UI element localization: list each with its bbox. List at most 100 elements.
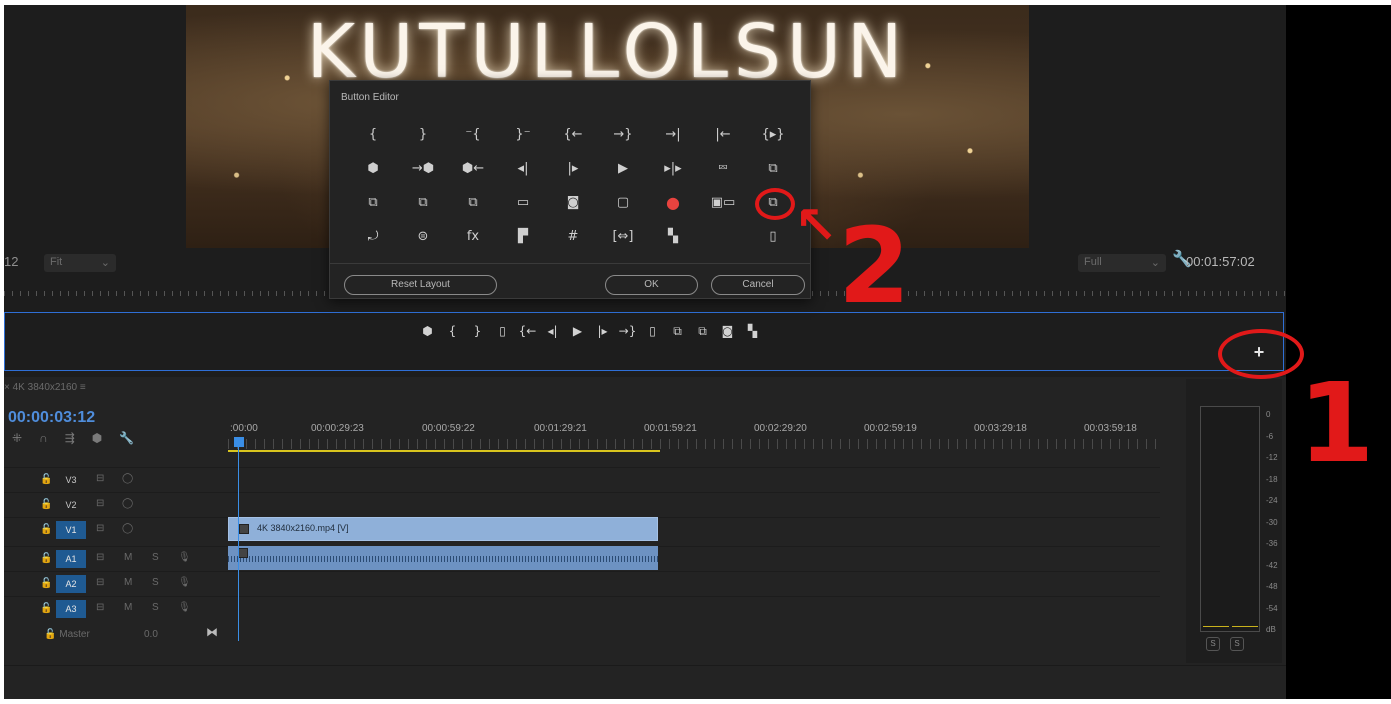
mute-icon[interactable]: M bbox=[124, 552, 132, 563]
sync-lock-icon[interactable]: ⊟ bbox=[96, 602, 104, 613]
editor-button-icon[interactable]: ⁻{ bbox=[448, 117, 498, 151]
sync-lock-icon[interactable]: ⊟ bbox=[96, 577, 104, 588]
editor-button-icon[interactable]: ⧉ bbox=[448, 185, 498, 219]
editor-button-icon[interactable]: {▸} bbox=[748, 117, 798, 151]
track-target-toggle[interactable]: A1 bbox=[56, 550, 86, 568]
microphone-icon[interactable]: 🎙 bbox=[178, 552, 191, 563]
editor-button-icon[interactable]: ▭ bbox=[498, 185, 548, 219]
editor-button-icon[interactable]: ● bbox=[648, 185, 698, 219]
editor-button-icon[interactable]: |▸ bbox=[548, 151, 598, 185]
editor-button-icon[interactable]: ⊜ bbox=[398, 219, 448, 253]
editor-button-icon[interactable]: }⁻ bbox=[498, 117, 548, 151]
editor-button-icon[interactable]: { bbox=[348, 117, 398, 151]
solo-icon[interactable]: S bbox=[152, 552, 159, 563]
transport-button[interactable]: ⧉ bbox=[690, 321, 715, 341]
sync-lock-icon[interactable]: ⊟ bbox=[96, 523, 104, 534]
solo-left-button[interactable]: S bbox=[1206, 637, 1220, 651]
transport-button[interactable]: |▸ bbox=[590, 321, 615, 341]
transport-button[interactable]: ◙ bbox=[715, 321, 740, 341]
transport-button[interactable]: } bbox=[465, 321, 490, 341]
mute-icon[interactable]: M bbox=[124, 602, 132, 613]
solo-right-button[interactable]: S bbox=[1230, 637, 1244, 651]
playhead-handle[interactable] bbox=[234, 437, 244, 447]
solo-icon[interactable]: S bbox=[152, 577, 159, 588]
transport-button[interactable]: ▶ bbox=[565, 321, 590, 341]
editor-button-icon[interactable]: ⧉ bbox=[748, 151, 798, 185]
audio-clip[interactable] bbox=[228, 546, 658, 570]
track-target-toggle[interactable]: A3 bbox=[56, 600, 86, 618]
wrench-icon[interactable]: 🔧 bbox=[119, 431, 151, 445]
sync-lock-icon[interactable]: ⊟ bbox=[96, 498, 104, 509]
lock-icon[interactable]: 🔓 bbox=[40, 553, 52, 564]
transport-button[interactable]: ▚ bbox=[740, 321, 765, 341]
transport-button[interactable]: ⧉ bbox=[665, 321, 690, 341]
linked-selection-icon[interactable]: ⇶ bbox=[65, 431, 92, 445]
lock-icon[interactable]: 🔓 bbox=[44, 629, 56, 640]
transport-button[interactable]: {← bbox=[515, 321, 540, 341]
track-target-toggle[interactable]: V3 bbox=[56, 471, 86, 489]
magnet-icon[interactable]: ∩ bbox=[39, 431, 65, 445]
marker-icon[interactable]: ⬢ bbox=[92, 431, 119, 445]
editor-button-icon[interactable]: ⧉ bbox=[398, 185, 448, 219]
fit-dropdown[interactable]: Fit ⌄ bbox=[44, 254, 116, 272]
editor-button-icon[interactable]: ◂| bbox=[498, 151, 548, 185]
editor-button-icon[interactable]: →} bbox=[598, 117, 648, 151]
reset-layout-button[interactable]: Reset Layout bbox=[344, 275, 497, 295]
cancel-button[interactable]: Cancel bbox=[711, 275, 805, 295]
quality-dropdown[interactable]: Full ⌄ bbox=[1078, 254, 1166, 272]
lock-icon[interactable]: 🔓 bbox=[40, 578, 52, 589]
lock-icon[interactable]: 🔓 bbox=[40, 499, 52, 510]
mute-icon[interactable]: M bbox=[124, 577, 132, 588]
editor-button-icon[interactable]: ⬢ bbox=[348, 151, 398, 185]
sync-lock-icon[interactable]: ⊟ bbox=[96, 552, 104, 563]
lock-icon[interactable]: 🔓 bbox=[40, 524, 52, 535]
editor-button-icon[interactable]: →⬢ bbox=[398, 151, 448, 185]
eye-icon[interactable]: ◯ bbox=[122, 498, 133, 509]
editor-button-icon[interactable]: ▚ bbox=[648, 219, 698, 253]
track-target-toggle[interactable]: V1 bbox=[56, 521, 86, 539]
transport-button[interactable]: →} bbox=[615, 321, 640, 341]
eye-icon[interactable]: ◯ bbox=[122, 473, 133, 484]
editor-button-icon[interactable]: ▸|▸ bbox=[648, 151, 698, 185]
editor-button-icon[interactable]: ⤾ bbox=[348, 219, 398, 253]
editor-button-icon[interactable]: {← bbox=[548, 117, 598, 151]
transport-button[interactable]: ▯ bbox=[640, 321, 665, 341]
work-area-bar[interactable] bbox=[228, 450, 660, 452]
playhead-line[interactable] bbox=[238, 437, 239, 641]
go-to-in-out-icon[interactable]: ⧓ bbox=[206, 625, 218, 639]
lock-icon[interactable]: 🔓 bbox=[40, 474, 52, 485]
editor-button-icon[interactable]: ▢ bbox=[598, 185, 648, 219]
transport-button[interactable]: ◂| bbox=[540, 321, 565, 341]
editor-button-icon[interactable]: →| bbox=[648, 117, 698, 151]
ok-button[interactable]: OK bbox=[605, 275, 698, 295]
video-clip[interactable]: 4K 3840x2160.mp4 [V] bbox=[228, 517, 658, 541]
editor-button-icon[interactable]: ⮹ bbox=[698, 151, 748, 185]
editor-button-icon[interactable]: |← bbox=[698, 117, 748, 151]
transport-button[interactable]: { bbox=[440, 321, 465, 341]
sequence-tab[interactable]: × 4K 3840x2160 ≡ bbox=[4, 382, 86, 393]
editor-button-icon[interactable]: fx bbox=[448, 219, 498, 253]
editor-button-icon[interactable]: ▯ bbox=[748, 219, 798, 253]
microphone-icon[interactable]: 🎙 bbox=[178, 602, 191, 613]
track-target-toggle[interactable]: V2 bbox=[56, 496, 86, 514]
editor-button-icon[interactable]: ▣▭ bbox=[698, 185, 748, 219]
solo-icon[interactable]: S bbox=[152, 602, 159, 613]
track-target-toggle[interactable]: A2 bbox=[56, 575, 86, 593]
editor-button-icon[interactable]: } bbox=[398, 117, 448, 151]
eye-icon[interactable]: ◯ bbox=[122, 523, 133, 534]
transport-button[interactable]: ⬢ bbox=[415, 321, 440, 341]
microphone-icon[interactable]: 🎙 bbox=[178, 577, 191, 588]
editor-button-icon[interactable]: ⬢← bbox=[448, 151, 498, 185]
editor-button-icon[interactable]: # bbox=[548, 219, 598, 253]
editor-button-icon[interactable]: ◙ bbox=[548, 185, 598, 219]
sync-lock-icon[interactable]: ⊟ bbox=[96, 473, 104, 484]
lock-icon[interactable]: 🔓 bbox=[40, 603, 52, 614]
snap-icon[interactable]: ⁜ bbox=[12, 431, 39, 445]
editor-button-icon[interactable]: ▛ bbox=[498, 219, 548, 253]
timeline-timecode[interactable]: 00:00:03:12 bbox=[8, 409, 95, 427]
editor-button-icon[interactable]: [⇔] bbox=[598, 219, 648, 253]
editor-button-icon[interactable]: ▶ bbox=[598, 151, 648, 185]
master-volume[interactable]: 0.0 bbox=[144, 629, 158, 640]
transport-button[interactable]: ▯ bbox=[490, 321, 515, 341]
editor-button-icon[interactable]: ⧉ bbox=[348, 185, 398, 219]
